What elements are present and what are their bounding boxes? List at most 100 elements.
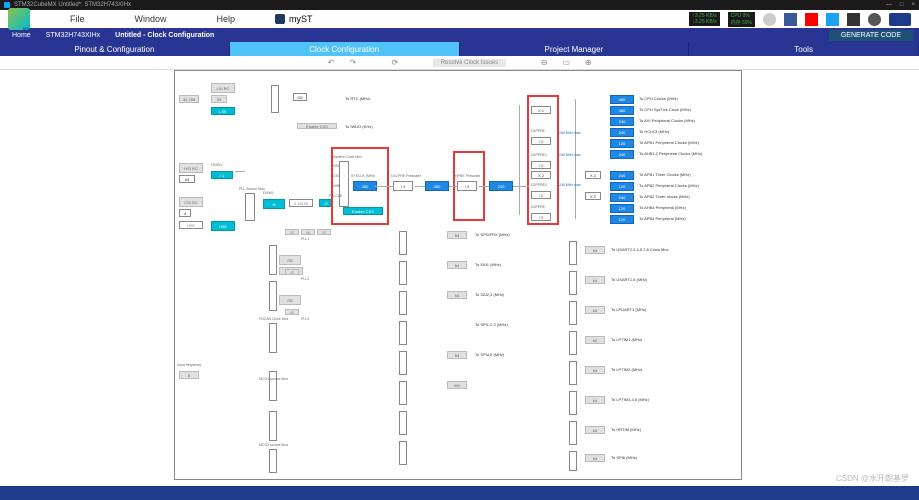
d2ppre2-label: D2PPRE2 bbox=[531, 183, 547, 187]
close-icon[interactable]: × bbox=[911, 2, 915, 8]
menu-file[interactable]: File bbox=[70, 14, 85, 24]
mux-r6[interactable] bbox=[569, 391, 577, 415]
youtube-icon[interactable] bbox=[805, 13, 818, 26]
refresh-icon[interactable]: ⟳ bbox=[391, 59, 399, 67]
pllq[interactable]: /4 bbox=[301, 229, 315, 235]
tab-tools[interactable]: Tools bbox=[689, 42, 919, 56]
mux-3[interactable] bbox=[269, 323, 277, 353]
mux-6[interactable] bbox=[269, 449, 277, 473]
undo-icon[interactable]: ↶ bbox=[327, 59, 335, 67]
out-ahb4-lbl: To AHB4 Peripheral (MHz) bbox=[639, 205, 686, 210]
d1cpre[interactable]: / 1 bbox=[393, 181, 413, 191]
d3ppre[interactable]: / 2 bbox=[531, 213, 551, 221]
out-spi123-lbl: To SPI1,2,3 (MHz) bbox=[475, 322, 508, 327]
minimize-icon[interactable]: — bbox=[886, 2, 892, 8]
user-section[interactable]: myST bbox=[275, 14, 313, 24]
divp-sel[interactable]: /2 bbox=[319, 199, 333, 207]
out-apb1-lbl: To APB1 Peripheral Clocks (MHz) bbox=[639, 140, 699, 145]
bc-home[interactable]: Home bbox=[6, 32, 37, 39]
periph-r5: 64 bbox=[585, 366, 605, 374]
hsidiv-block[interactable]: / 1 bbox=[211, 171, 233, 179]
mux-r1[interactable] bbox=[569, 241, 577, 265]
divm2[interactable]: /32 bbox=[279, 255, 301, 265]
title-text: STM32CubeMX Untitled*: STM32H743XIHx bbox=[14, 2, 131, 8]
hse-block: HSE bbox=[179, 221, 203, 229]
mux-5[interactable] bbox=[269, 411, 277, 441]
cubemx-logo bbox=[8, 8, 30, 30]
d1ppre-x[interactable]: X 1 bbox=[531, 106, 551, 114]
pll-src-label: PLL Source Mux bbox=[239, 187, 265, 191]
periph-2: 64 bbox=[447, 261, 467, 269]
pll3p[interactable]: /2 bbox=[285, 309, 299, 315]
sysclk-val[interactable]: 480 bbox=[353, 181, 377, 191]
chevron-right-icon bbox=[35, 28, 42, 42]
mux-r7[interactable] bbox=[569, 421, 577, 445]
mux-1[interactable] bbox=[269, 245, 277, 275]
periph-4: 64 bbox=[447, 351, 467, 359]
github-icon[interactable] bbox=[847, 13, 860, 26]
mux-r8[interactable] bbox=[569, 451, 577, 471]
out-sai23-lbl: To SAI2,3 (MHz) bbox=[475, 292, 504, 297]
d2ppre1-x[interactable]: X 2 bbox=[531, 171, 551, 179]
freq-078: 0.78125 bbox=[289, 199, 313, 207]
settings-icon[interactable] bbox=[868, 13, 881, 26]
twitter-icon[interactable] bbox=[826, 13, 839, 26]
hpre[interactable]: / 2 bbox=[457, 181, 477, 191]
mux-4[interactable] bbox=[269, 371, 277, 401]
clock-diagram[interactable]: LSI RC 32 LSE 32.768 HSI RC 64 / 1 HSIDI… bbox=[174, 70, 742, 480]
clock-canvas[interactable]: LSI RC 32 LSE 32.768 HSI RC 64 / 1 HSIDI… bbox=[0, 70, 919, 486]
mux-m6[interactable] bbox=[399, 381, 407, 405]
rtc-mux[interactable] bbox=[271, 85, 279, 113]
chevron-right-icon bbox=[218, 28, 225, 42]
d1ppre[interactable]: / 2 bbox=[531, 137, 551, 145]
mux-m7[interactable] bbox=[399, 411, 407, 435]
pll-source-mux[interactable] bbox=[245, 193, 255, 221]
tab-pinout[interactable]: Pinout & Configuration bbox=[0, 42, 230, 56]
resolve-button[interactable]: Resolve Clock Issues bbox=[433, 59, 506, 67]
redo-icon[interactable]: ↷ bbox=[349, 59, 357, 67]
pllp[interactable]: /2 bbox=[285, 229, 299, 235]
mux-m1[interactable] bbox=[399, 231, 407, 255]
mco1-label: MCO1 source Mux bbox=[259, 377, 288, 381]
divm1[interactable]: /5 bbox=[263, 199, 285, 209]
watermark: CSDN @水开朗基罗 bbox=[836, 473, 909, 484]
mux-m4[interactable] bbox=[399, 321, 407, 345]
mux-r3[interactable] bbox=[569, 301, 577, 325]
globe-icon[interactable] bbox=[763, 13, 776, 26]
tab-clock[interactable]: Clock Configuration bbox=[230, 42, 460, 56]
generate-code-button[interactable]: GENERATE CODE bbox=[829, 30, 913, 41]
mux-r2[interactable] bbox=[569, 271, 577, 295]
menu-help[interactable]: Help bbox=[217, 14, 236, 24]
d2ppre2[interactable]: / 2 bbox=[531, 191, 551, 199]
wire bbox=[519, 105, 520, 215]
mux-2[interactable] bbox=[269, 281, 277, 311]
divm3[interactable]: /32 bbox=[279, 295, 301, 305]
mux-m2[interactable] bbox=[399, 261, 407, 285]
max240-3: 240 MHz max bbox=[559, 183, 581, 187]
mux-r5[interactable] bbox=[569, 361, 577, 385]
enable-css[interactable]: Enable CSS bbox=[343, 207, 383, 215]
d2ppre1[interactable]: / 2 bbox=[531, 161, 551, 169]
mux-m3[interactable] bbox=[399, 291, 407, 315]
rtc-div[interactable]: /32 bbox=[293, 93, 307, 101]
menu-window[interactable]: Window bbox=[135, 14, 167, 24]
lse-block[interactable]: LSE bbox=[211, 107, 235, 115]
pllr[interactable]: /2 bbox=[317, 229, 331, 235]
wire bbox=[513, 186, 529, 187]
maximize-icon[interactable]: □ bbox=[900, 2, 904, 8]
enable-css-2[interactable]: Enable CSS bbox=[297, 123, 337, 129]
user-label: myST bbox=[289, 14, 313, 24]
zoom-fit-icon[interactable]: ▭ bbox=[562, 59, 570, 67]
hse-mux[interactable]: HSE bbox=[211, 221, 235, 231]
pll2p[interactable]: /2 bbox=[285, 269, 299, 275]
zoom-out-icon[interactable]: ⊖ bbox=[540, 59, 548, 67]
mux-m8[interactable] bbox=[399, 441, 407, 465]
bc-chip[interactable]: STM32H743XIHx bbox=[40, 32, 106, 39]
mux-r4[interactable] bbox=[569, 331, 577, 355]
zoom-in-icon[interactable]: ⊕ bbox=[584, 59, 592, 67]
facebook-icon[interactable] bbox=[784, 13, 797, 26]
tab-project[interactable]: Project Manager bbox=[460, 42, 690, 56]
system-clock-mux[interactable] bbox=[339, 161, 349, 207]
chevron-right-icon bbox=[104, 28, 111, 42]
mux-m5[interactable] bbox=[399, 351, 407, 375]
